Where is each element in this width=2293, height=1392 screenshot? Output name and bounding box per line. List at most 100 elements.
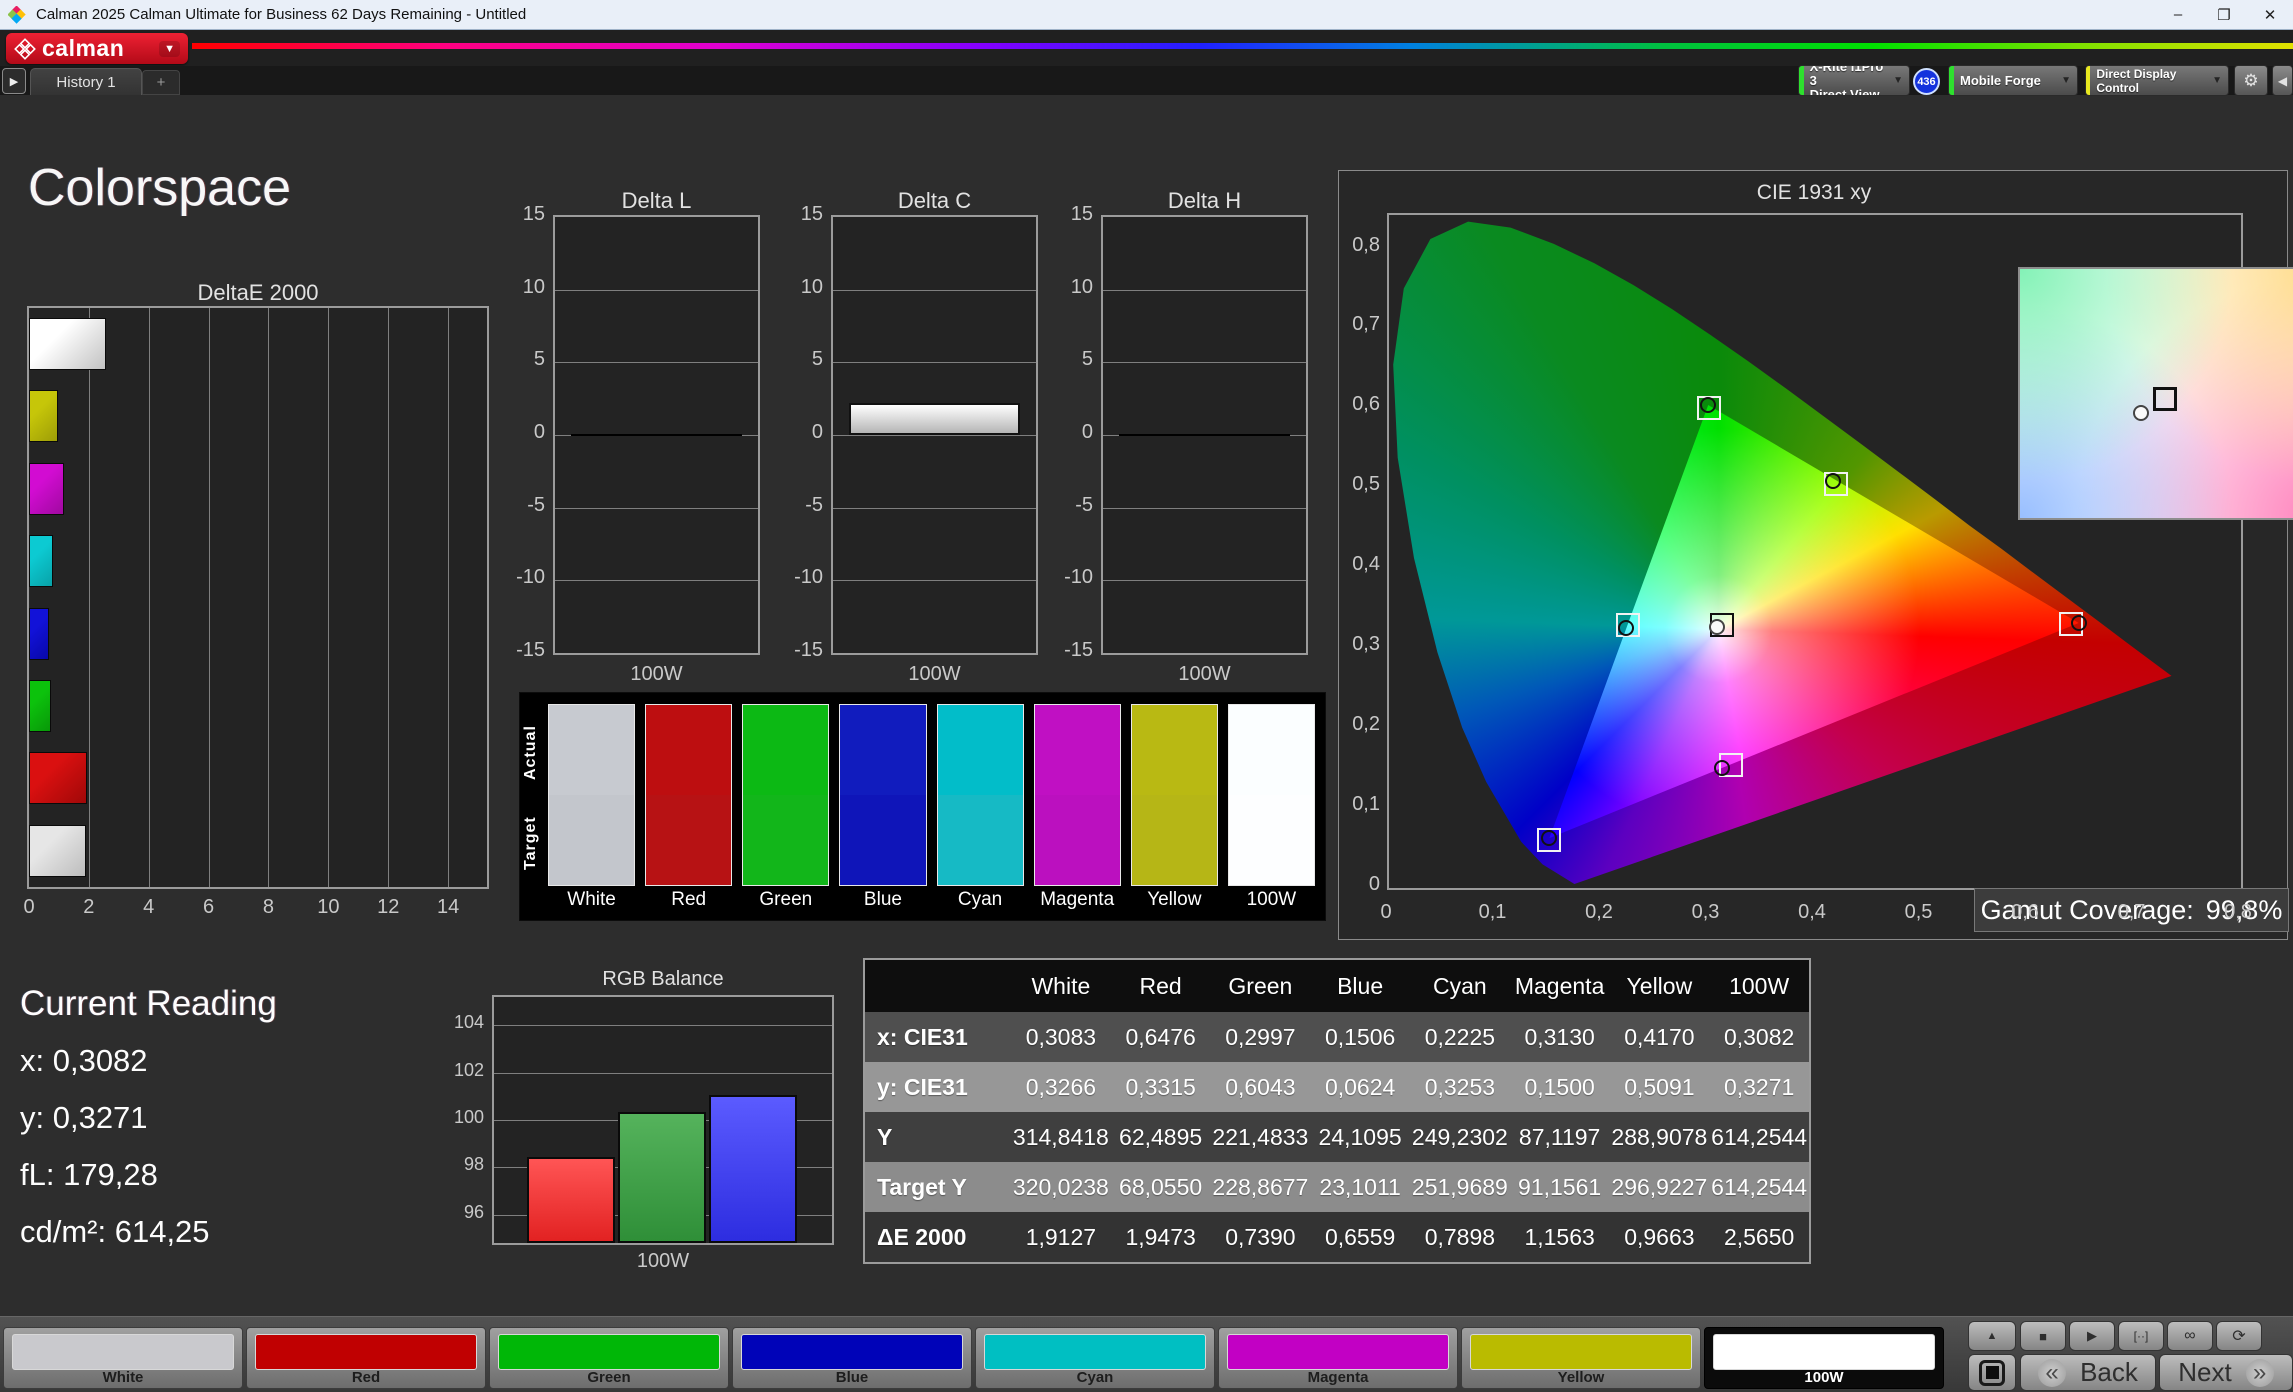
pattern-swatch [1227,1334,1449,1370]
deltae-gridline [88,308,90,887]
cie-x-tick: 0,6 [2011,901,2039,923]
pattern-button-yellow[interactable]: Yellow [1461,1327,1701,1389]
swatch-actual [840,705,926,795]
meter-dropdown[interactable]: X-Rite i1Pro 3 Direct View ▼ [1798,65,1910,96]
cie-x-tick: 0,1 [1478,901,1507,923]
cie-y-tick: 0,5 [1352,473,1380,496]
delta-gridline [833,580,1036,582]
tab-nav-arrow-button[interactable]: ▶ [2,68,26,94]
logo-dropdown-icon[interactable]: ▼ [159,40,180,57]
pattern-button-blue[interactable]: Blue [732,1327,972,1389]
reading-cdm2: cd/m²: 614,25 [20,1214,210,1249]
stop-button[interactable]: ■ [2020,1321,2066,1351]
swatch-actual [937,705,1023,795]
maximize-button[interactable]: ❐ [2201,0,2247,30]
swatch-label: White [567,889,616,910]
next-button[interactable]: Next » [2159,1354,2293,1391]
chevron-down-icon: ▼ [1893,75,1903,86]
pattern-button-white[interactable]: White [3,1327,243,1389]
calman-menu-button[interactable]: calman ▼ [6,33,188,64]
delta-y-tick: -15 [1064,639,1093,661]
pattern-button-green[interactable]: Green [489,1327,729,1389]
delta-x-label: 100W [1178,663,1231,685]
swatch-actual [1131,705,1217,795]
panel-up-button[interactable]: ▲ [1968,1321,2016,1351]
swatch-actual [743,705,829,795]
add-tab-button[interactable]: + [142,70,180,95]
cie-measured-cyan [1617,619,1634,636]
delta-gridline [555,362,758,364]
play-button[interactable]: ▶ [2069,1321,2115,1351]
cie-y-tick: 0,7 [1352,313,1380,336]
delta-y-tick: -10 [1064,566,1093,589]
rgb-gridline [494,1072,832,1074]
swatch-column-white [548,704,636,886]
rgb-bar-red [527,1156,615,1243]
stop-pattern-button[interactable] [1968,1354,2016,1391]
delta-chart-title: Delta H [1167,188,1242,213]
refresh-button[interactable]: ⟳ [2216,1321,2262,1351]
delta-y-tick: 5 [811,348,823,371]
chevron-left-icon: ◀ [2277,73,2288,88]
single-measure-button[interactable]: [··] [2118,1321,2164,1351]
continuous-measure-button[interactable]: ∞ [2167,1321,2213,1351]
table-header-cell: Magenta [1514,972,1605,999]
table-cell: 91,1561 [1518,1173,1602,1200]
delta-x-label: 100W [908,663,961,685]
swatch-column-magenta [1033,704,1121,886]
target-row-label: Target [522,816,539,870]
deltae-gridline [148,308,150,887]
rgb-y-tick: 98 [463,1154,484,1175]
tab-history-1[interactable]: History 1 [30,68,142,95]
display-control-dropdown[interactable]: Direct Display Control ▼ [2085,65,2229,96]
table-row-y: Y 314,8418 62,4895 221,4833 24,1095 249,2302 8… [865,1112,1809,1162]
rgb-balance-x-label: 100W [636,1250,690,1272]
deltae-bar-green [29,679,52,732]
white-point-zoom-inset [2018,267,2293,520]
collapse-panel-button[interactable]: ◀ [2272,65,2293,96]
table-cell: 0,1506 [1324,1023,1396,1050]
pattern-button-red[interactable]: Red [246,1327,486,1389]
table-cell: 0,6559 [1324,1223,1396,1250]
source-dropdown[interactable]: Mobile Forge ▼ [1948,65,2078,96]
delta-y-tick: -10 [516,566,545,589]
table-cell: 0,6476 [1125,1023,1196,1050]
deltae-x-tick: 8 [262,896,275,918]
table-cell: 228,8677 [1212,1173,1309,1200]
table-row-y-cie31: y: CIE31 0,3266 0,3315 0,6043 0,0624 0,3253 0,… [865,1062,1809,1112]
pattern-button-cyan[interactable]: Cyan [975,1327,1215,1389]
table-header-cell: Cyan [1433,972,1487,999]
rgb-y-tick: 100 [453,1107,484,1127]
table-row-label: Y [877,1123,893,1150]
delta-chart-delta-l [553,215,760,655]
minimize-button[interactable]: – [2155,0,2201,30]
swatch-column-green [742,704,830,886]
rgb-bar-blue [709,1095,797,1243]
cie-y-tick: 0,2 [1352,713,1380,736]
pattern-button-magenta[interactable]: Magenta [1218,1327,1458,1389]
delta-y-tick: 10 [800,275,823,298]
calman-diamond-icon [14,37,36,60]
delta-y-tick: -15 [516,639,545,661]
cie-x-tick: 0 [1380,901,1392,923]
swatch-column-cyan [936,704,1024,886]
infinity-icon: ∞ [2184,1327,2196,1344]
swatch-target [1228,795,1314,885]
delta-gridline [555,507,758,509]
deltae-bar-magenta [29,462,64,515]
chevron-down-icon: ▼ [2212,75,2222,86]
deltae-x-tick: 0 [23,896,35,918]
delta-y-tick: 15 [1070,203,1093,225]
back-button[interactable]: « Back [2020,1354,2156,1391]
close-button[interactable]: ✕ [2247,0,2293,30]
display-control-label: Direct Display Control [2096,66,2177,95]
actual-row-label: Actual [522,725,539,781]
table-cell: 68,0550 [1119,1173,1203,1200]
pattern-label: Magenta [1307,1369,1369,1386]
swatch-target [646,795,732,885]
swatch-column-yellow [1130,704,1218,886]
table-header-cell: Green [1228,972,1293,999]
pattern-button-100w[interactable]: 100W [1704,1327,1944,1389]
table-cell: 0,4170 [1624,1023,1695,1050]
settings-button[interactable]: ⚙ [2234,65,2268,96]
